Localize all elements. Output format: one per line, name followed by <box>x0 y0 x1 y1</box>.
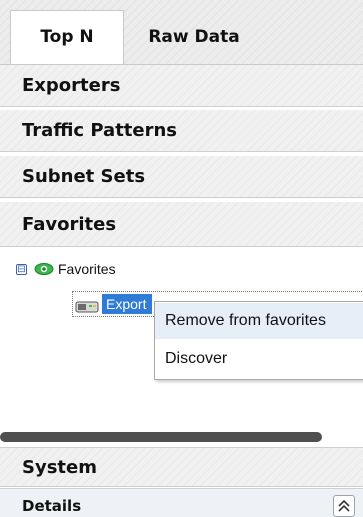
exporter-device-icon <box>75 301 99 313</box>
section-favorites[interactable]: Favorites <box>0 202 363 247</box>
menu-item-discover[interactable]: Discover <box>155 341 363 377</box>
section-subnet-sets[interactable]: Subnet Sets <box>0 156 363 198</box>
tree-node-export[interactable]: Export <box>102 294 153 314</box>
section-traffic-patterns[interactable]: Traffic Patterns <box>0 110 363 152</box>
collapse-button[interactable] <box>333 495 355 517</box>
left-panel: Top N Raw Data Exporters Traffic Pattern… <box>0 0 363 517</box>
tab-bar: Top N Raw Data <box>0 0 363 65</box>
collapse-toggle-icon[interactable]: ⊟ <box>16 264 27 275</box>
horizontal-scrollbar[interactable] <box>0 430 363 444</box>
eye-icon <box>34 263 54 275</box>
tab-raw-data[interactable]: Raw Data <box>123 11 265 64</box>
section-exporters[interactable]: Exporters <box>0 65 363 107</box>
tab-top-n[interactable]: Top N <box>10 10 124 64</box>
menu-item-remove-from-favorites[interactable]: Remove from favorites <box>155 303 363 339</box>
context-menu: Remove from favorites Discover <box>154 301 363 380</box>
scrollbar-thumb[interactable] <box>0 432 322 442</box>
details-label: Details <box>22 497 82 515</box>
section-system[interactable]: System <box>0 447 363 487</box>
double-chevron-up-icon <box>338 499 350 512</box>
details-panel: Details <box>0 488 363 517</box>
tree-root-label[interactable]: Favorites <box>58 261 116 277</box>
